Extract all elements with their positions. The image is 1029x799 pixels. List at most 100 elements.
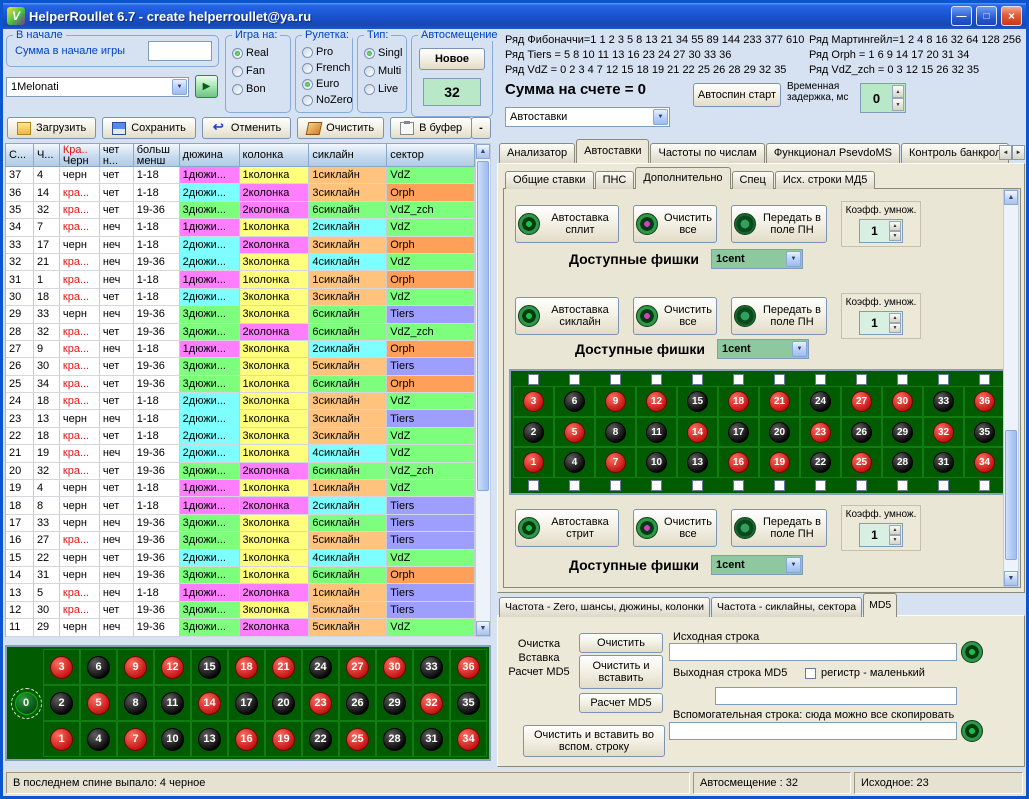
- number-12[interactable]: 12: [161, 656, 184, 679]
- board-cell[interactable]: 32: [923, 417, 964, 448]
- street-checkbox[interactable]: [610, 480, 621, 491]
- street-checkbox[interactable]: [528, 374, 539, 385]
- number-11[interactable]: 11: [646, 422, 667, 443]
- spins-row[interactable]: 3221кра...неч19-362дюжи...3колонка4сикла…: [6, 254, 475, 271]
- board-cell[interactable]: 21: [759, 386, 800, 417]
- number-6[interactable]: 6: [87, 656, 110, 679]
- chips-select[interactable]: 1cent▼: [711, 249, 803, 269]
- number-3[interactable]: 3: [50, 656, 73, 679]
- street-checkbox[interactable]: [897, 374, 908, 385]
- board-cell[interactable]: 35: [964, 417, 1005, 448]
- tab-scroll-right-icon[interactable]: ►: [1012, 145, 1025, 160]
- board-cell[interactable]: 2: [513, 417, 554, 448]
- radio-game-real[interactable]: Real: [232, 44, 288, 62]
- street-checkbox[interactable]: [938, 480, 949, 491]
- number-29[interactable]: 29: [383, 692, 406, 715]
- chips-select[interactable]: 1cent▼: [711, 555, 803, 575]
- scrollbar-thumb[interactable]: [1005, 430, 1017, 560]
- street-checkbox[interactable]: [897, 480, 908, 491]
- transfer-to-pn-button[interactable]: Передать в поле ПН: [731, 205, 827, 243]
- spins-row[interactable]: 2832кра...чет19-363дюжи...2колонка6сикла…: [6, 324, 475, 341]
- spins-row[interactable]: 279кра...неч1-181дюжи...3колонка2сиклайн…: [6, 341, 475, 358]
- board-cell[interactable]: 16: [718, 447, 759, 478]
- board-cell[interactable]: 9: [117, 649, 154, 685]
- spins-row[interactable]: 2933черннеч19-363дюжи...3колонка6сиклайн…: [6, 306, 475, 323]
- spinner-down-icon[interactable]: ▼: [889, 535, 901, 545]
- board-cell[interactable]: 17: [718, 417, 759, 448]
- number-10[interactable]: 10: [646, 452, 667, 473]
- table-scrollbar[interactable]: ▲ ▼: [475, 143, 491, 637]
- tab-scroll-left-icon[interactable]: ◄: [999, 145, 1012, 160]
- number-9[interactable]: 9: [605, 391, 626, 412]
- spins-row[interactable]: 3614кра...чет1-182дюжи...2колонка3сиклай…: [6, 184, 475, 201]
- start-sum-input[interactable]: [148, 41, 212, 61]
- radio-game-fan[interactable]: Fan: [232, 62, 288, 80]
- close-button[interactable]: ×: [1001, 6, 1022, 26]
- spinner-down-icon[interactable]: ▼: [892, 98, 904, 111]
- helper-string-input[interactable]: [669, 722, 957, 740]
- spins-header-cell[interactable]: большменш: [134, 144, 180, 167]
- number-32[interactable]: 32: [420, 692, 443, 715]
- spinner-up-icon[interactable]: ▲: [889, 313, 901, 323]
- spins-header-cell[interactable]: Кра..Черн: [60, 144, 100, 167]
- board-cell[interactable]: 29: [376, 685, 413, 721]
- number-8[interactable]: 8: [124, 692, 147, 715]
- collapse-button[interactable]: -: [471, 117, 491, 139]
- street-checkbox[interactable]: [733, 374, 744, 385]
- board-cell[interactable]: 32: [413, 685, 450, 721]
- main-tab-1[interactable]: Автоставки: [576, 139, 649, 163]
- number-11[interactable]: 11: [161, 692, 184, 715]
- board-cell[interactable]: 31: [413, 721, 450, 757]
- preset-select[interactable]: 1Melonati ▼: [6, 77, 189, 97]
- number-23[interactable]: 23: [309, 692, 332, 715]
- spins-row[interactable]: 2418кра...чет1-182дюжи...3колонка3сиклай…: [6, 393, 475, 410]
- number-7[interactable]: 7: [605, 452, 626, 473]
- scroll-up-icon[interactable]: ▲: [476, 144, 490, 159]
- radio-type-multi[interactable]: Multi: [364, 62, 404, 80]
- output-string-input[interactable]: [715, 687, 957, 705]
- autospin-start-button[interactable]: Автоспин старт: [693, 83, 781, 107]
- toolbar-button-save[interactable]: Сохранить: [102, 117, 196, 139]
- spinner-up-icon[interactable]: ▲: [889, 221, 901, 231]
- coef-spinner[interactable]: 1▲▼: [859, 311, 903, 335]
- toolbar-button-clear[interactable]: Очистить: [297, 117, 384, 139]
- spins-header-cell[interactable]: дюжина: [180, 144, 240, 167]
- street-checkbox[interactable]: [815, 480, 826, 491]
- minimize-button[interactable]: —: [951, 6, 972, 26]
- md5-clear-button[interactable]: Очистить: [579, 633, 663, 653]
- board-cell[interactable]: 18: [228, 649, 265, 685]
- spinner-up-icon[interactable]: ▲: [889, 525, 901, 535]
- board-cell[interactable]: 34: [964, 447, 1005, 478]
- number-4[interactable]: 4: [564, 452, 585, 473]
- toolbar-button-undo[interactable]: Отменить: [202, 117, 291, 139]
- spins-header-cell[interactable]: колонка: [240, 144, 310, 167]
- board-cell[interactable]: 2: [43, 685, 80, 721]
- number-18[interactable]: 18: [235, 656, 258, 679]
- radio-roulette-euro[interactable]: Euro: [302, 76, 350, 92]
- spinner-up-icon[interactable]: ▲: [892, 85, 904, 98]
- number-2[interactable]: 2: [523, 422, 544, 443]
- dropdown-arrow-icon[interactable]: ▼: [786, 251, 801, 267]
- street-checkbox[interactable]: [528, 480, 539, 491]
- title-bar[interactable]: V HelperRoullet 6.7 - create helperroull…: [3, 3, 1026, 29]
- number-35[interactable]: 35: [457, 692, 480, 715]
- scroll-up-icon[interactable]: ▲: [1004, 190, 1018, 205]
- number-5[interactable]: 5: [564, 422, 585, 443]
- number-36[interactable]: 36: [457, 656, 480, 679]
- spinner-icon[interactable]: ▲▼: [889, 525, 901, 545]
- board-cell[interactable]: 22: [302, 721, 339, 757]
- number-31[interactable]: 31: [420, 728, 443, 751]
- toolbar-button-load[interactable]: Загрузить: [7, 117, 96, 139]
- board-cell[interactable]: 29: [882, 417, 923, 448]
- number-29[interactable]: 29: [892, 422, 913, 443]
- board-cell[interactable]: 7: [117, 721, 154, 757]
- board-cell[interactable]: 5: [554, 417, 595, 448]
- board-cell[interactable]: 18: [718, 386, 759, 417]
- radio-game-bon[interactable]: Bon: [232, 80, 288, 98]
- sub-tab-0[interactable]: Общие ставки: [505, 171, 594, 189]
- spins-row[interactable]: 2218кра...чет1-182дюжи...3колонка3сиклай…: [6, 428, 475, 445]
- board-cell[interactable]: 4: [554, 447, 595, 478]
- number-0[interactable]: 0: [15, 692, 38, 715]
- board-cell[interactable]: 15: [677, 386, 718, 417]
- board-zero-cell[interactable]: 0: [9, 649, 43, 757]
